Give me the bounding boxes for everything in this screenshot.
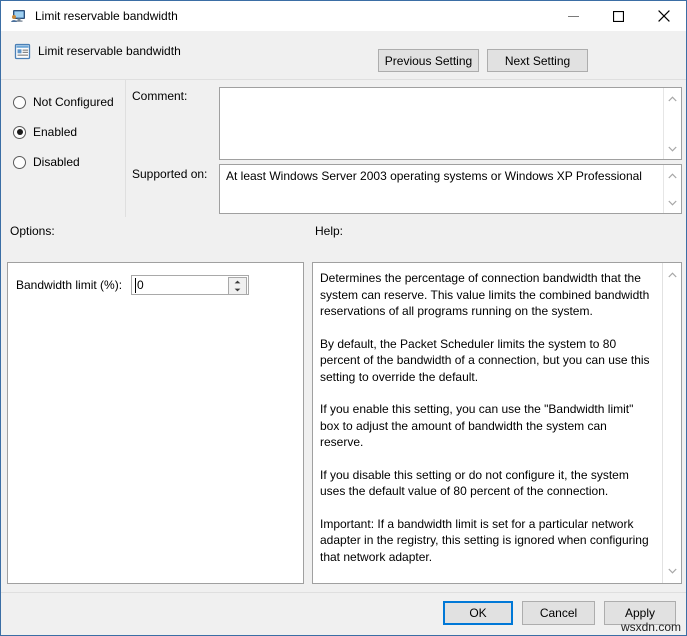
previous-setting-button[interactable]: Previous Setting [378,49,479,72]
radio-label: Enabled [33,125,78,139]
help-scrollbar[interactable] [662,263,681,583]
radio-enabled[interactable]: Enabled [13,124,77,140]
bandwidth-limit-row: Bandwidth limit (%): 0 [16,275,250,295]
supported-on-label: Supported on: [132,167,208,181]
chevron-up-icon[interactable] [664,90,681,107]
footer-divider [1,592,686,593]
chevron-down-icon[interactable] [664,140,681,157]
help-section-label: Help: [315,224,344,238]
spin-down-icon[interactable] [229,286,246,294]
spin-up-icon[interactable] [229,278,246,286]
cancel-button[interactable]: Cancel [522,601,595,625]
comment-textbox[interactable] [219,87,682,160]
watermark: wsxdn.com [620,620,681,634]
bandwidth-limit-value: 0 [137,278,144,292]
setting-title: Limit reservable bandwidth [38,44,181,58]
comment-label: Comment: [132,89,188,103]
radio-indicator-selected [13,125,26,139]
title-bar: Limit reservable bandwidth [1,1,686,31]
bandwidth-limit-label: Bandwidth limit (%): [16,278,123,292]
radio-label: Not Configured [33,95,114,109]
help-panel: Determines the percentage of connection … [312,262,682,584]
setting-state-group: Not Configured Enabled Disabled [1,80,126,217]
supported-on-scrollbar[interactable] [663,165,681,213]
help-paragraph: If you enable this setting, you can use … [320,402,634,449]
options-panel: Bandwidth limit (%): 0 [7,262,304,584]
chevron-up-icon[interactable] [664,167,681,184]
help-paragraph: Important: If a bandwidth limit is set f… [320,516,649,564]
chevron-up-icon[interactable] [663,266,681,284]
maximize-icon[interactable] [596,1,641,31]
ok-button[interactable]: OK [443,601,513,625]
text-caret [135,278,137,293]
bandwidth-limit-stepper[interactable]: 0 [131,275,250,295]
close-icon[interactable] [641,1,686,31]
window-title: Limit reservable bandwidth [35,9,178,23]
chevron-down-icon[interactable] [663,562,681,580]
radio-disabled[interactable]: Disabled [13,154,80,170]
group-policy-setting-dialog: Limit reservable bandwidth Limit reserva… [0,0,687,636]
help-paragraph: If you disable this setting or do not co… [320,467,629,499]
help-paragraph: By default, the Packet Scheduler limits … [320,336,650,384]
minimize-icon[interactable] [551,1,596,31]
chevron-down-icon[interactable] [664,194,681,211]
supported-on-value: At least Windows Server 2003 operating s… [226,169,642,183]
radio-label: Disabled [33,155,80,169]
radio-indicator [13,95,26,109]
stepper-buttons[interactable] [228,277,248,295]
options-section-label: Options: [10,224,55,238]
policy-setting-icon [14,43,31,60]
radio-indicator [13,155,26,169]
window-controls [551,1,686,31]
comment-scrollbar[interactable] [663,88,681,159]
next-setting-button[interactable]: Next Setting [487,49,588,72]
computer-user-policy-icon [10,8,26,24]
supported-on-textbox: At least Windows Server 2003 operating s… [219,164,682,214]
radio-not-configured[interactable]: Not Configured [13,94,114,110]
help-text: Determines the percentage of connection … [320,270,650,565]
help-paragraph: Determines the percentage of connection … [320,271,650,318]
